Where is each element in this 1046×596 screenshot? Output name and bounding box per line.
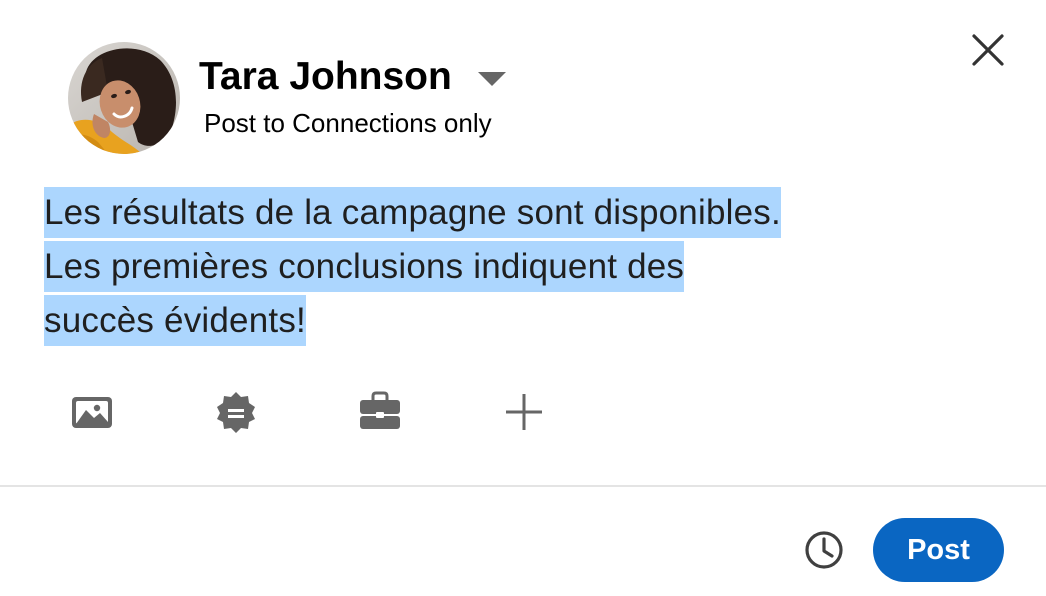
image-icon <box>72 397 112 428</box>
editor-line: Les premières conclusions indiquent des <box>44 241 685 292</box>
caret-down-icon[interactable] <box>478 72 506 86</box>
badge-icon <box>217 392 255 433</box>
add-media-button[interactable] <box>70 390 114 434</box>
briefcase-icon <box>360 391 400 429</box>
plus-icon <box>506 394 542 430</box>
close-icon <box>972 34 1004 66</box>
more-options-button[interactable] <box>502 390 546 434</box>
post-button[interactable]: Post <box>873 518 1004 582</box>
create-post-dialog: Tara Johnson Post to Connections only Le… <box>0 0 1046 596</box>
celebrate-button[interactable] <box>214 390 258 434</box>
avatar-image <box>68 42 180 154</box>
hiring-button[interactable] <box>358 390 402 434</box>
visibility-label: Post to Connections only <box>204 108 492 138</box>
post-editor[interactable]: Les résultats de la campagne sont dispon… <box>44 186 974 348</box>
close-button[interactable] <box>966 28 1010 72</box>
editor-line: Les résultats de la campagne sont dispon… <box>44 187 781 238</box>
schedule-post-button[interactable] <box>802 528 846 572</box>
clock-icon <box>805 531 843 569</box>
divider <box>0 485 1046 487</box>
author-name[interactable]: Tara Johnson <box>199 54 452 100</box>
avatar <box>68 42 180 154</box>
editor-line: succès évidents! <box>44 295 306 346</box>
